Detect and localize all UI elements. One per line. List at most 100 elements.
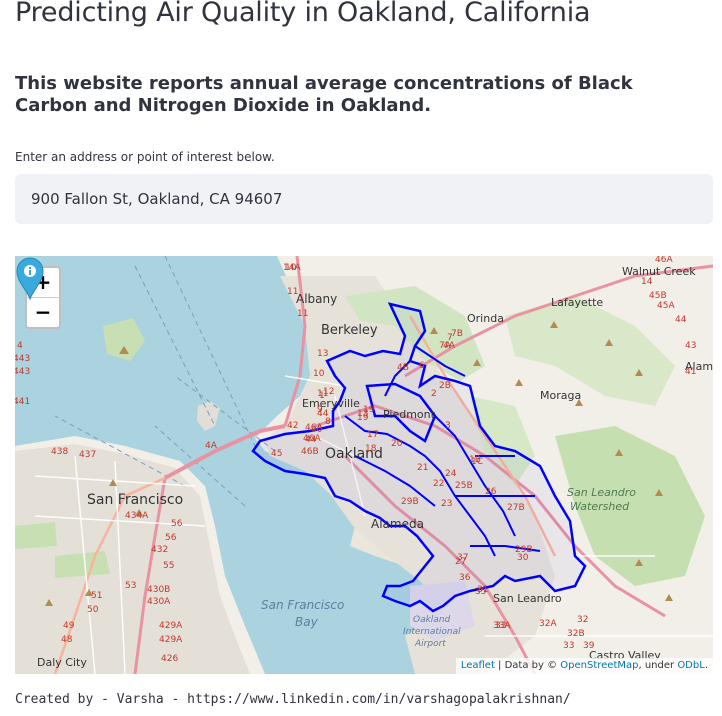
route-number-label: 49: [63, 621, 75, 631]
route-number-label: 432: [151, 545, 168, 555]
route-number-label: 7B: [451, 329, 463, 339]
route-number-label: 437: [79, 450, 96, 460]
route-number-label: 6: [419, 361, 425, 371]
place-label-alameda: Alameda: [371, 517, 424, 531]
attribution-text-2: , under: [638, 660, 678, 671]
leaflet-link[interactable]: Leaflet: [461, 660, 495, 671]
place-label-daly-city: Daly City: [37, 656, 87, 669]
route-number-label: 33A: [493, 621, 511, 631]
footer-credit: Created by - Varsha - https://www.linked…: [15, 692, 571, 707]
place-label-san-leandro: San Leandro: [493, 592, 562, 605]
attribution-end: .: [704, 660, 708, 671]
openstreetmap-link[interactable]: OpenStreetMap: [560, 660, 638, 671]
route-number-label: 12: [323, 387, 334, 397]
route-number-label: 18: [365, 444, 377, 454]
place-label-piedmont: Piedmont: [383, 408, 436, 421]
route-number-label: 40: [311, 425, 323, 435]
route-number-label: 11: [287, 287, 298, 297]
route-number-label: 4A: [205, 441, 218, 451]
place-label-orinda: Orinda: [467, 312, 504, 325]
address-input-label: Enter an address or point of interest be…: [15, 150, 275, 164]
route-number-label: 45B: [649, 291, 667, 301]
route-number-label: 30: [517, 553, 529, 563]
place-label-san-francisco: San Francisco: [87, 492, 183, 508]
place-label-berkeley: Berkeley: [321, 323, 378, 338]
route-number-label: 36: [459, 573, 471, 583]
attribution-text: | Data by ©: [494, 660, 561, 671]
route-number-label: 3: [445, 421, 451, 431]
route-number-label: 46B: [301, 447, 319, 457]
oakland-map[interactable]: San Francisco Bay San Leandro Watershed …: [15, 256, 713, 674]
route-number-label: 35: [475, 587, 486, 597]
place-label-walnut-creek: Walnut Creek: [622, 265, 696, 278]
page-title: Predicting Air Quality in Oakland, Calif…: [15, 0, 591, 28]
route-number-label: 56: [171, 519, 183, 529]
route-number-label: 430B: [147, 585, 170, 595]
route-number-label: 27B: [507, 503, 525, 513]
route-number-label: 434A: [125, 511, 149, 521]
route-number-label: 10: [313, 369, 325, 379]
route-number-label: 51: [91, 591, 102, 601]
route-number-label: 21: [417, 463, 428, 473]
golden-gate-park: [15, 522, 57, 549]
route-number-label: 45A: [657, 301, 675, 311]
route-number-label: 32: [577, 615, 588, 625]
route-number-label: 46A: [655, 256, 673, 265]
route-number-label: 2: [431, 389, 437, 399]
route-number-label: 2B: [439, 381, 451, 391]
page-subtitle: This website reports annual average conc…: [15, 73, 633, 116]
route-number-label: 32A: [539, 619, 557, 629]
route-number-label: 41: [685, 367, 696, 377]
route-number-label: 32B: [567, 629, 585, 639]
route-number-label: 8: [325, 417, 331, 427]
route-number-label: 33: [563, 641, 574, 651]
route-number-label: 430A: [147, 597, 171, 607]
treasure-island: [197, 401, 220, 431]
route-number-label: 48: [61, 635, 73, 645]
map-tiles: San Francisco Bay San Leandro Watershed …: [15, 256, 713, 674]
route-number-label: 23: [441, 499, 452, 509]
sf-bay-label-2: Bay: [295, 615, 319, 629]
odbl-link[interactable]: ODbL: [677, 660, 705, 671]
route-number-label: 14A: [283, 263, 301, 273]
route-number-label: 4B: [397, 363, 409, 373]
route-number-label: 22: [433, 479, 444, 489]
route-number-label: 19: [363, 405, 375, 415]
place-label-moraga: Moraga: [540, 389, 581, 402]
route-number-label: 426: [161, 654, 178, 664]
route-number-label: 443: [15, 367, 30, 377]
route-number-label: 13: [317, 349, 328, 359]
route-number-label: 42: [287, 421, 298, 431]
watershed-label-2: Watershed: [570, 500, 630, 513]
zoom-out-button[interactable]: −: [27, 297, 59, 327]
route-number-label: 50: [87, 605, 99, 615]
location-marker-icon[interactable]: [15, 256, 45, 300]
route-number-label: 43: [685, 341, 696, 351]
route-number-label: 39: [583, 641, 595, 651]
airport-label-1: Oakland: [413, 615, 451, 625]
route-number-label: 14: [641, 277, 653, 287]
route-number-label: 26: [485, 487, 497, 497]
watershed-label-1: San Leandro: [567, 486, 636, 499]
map-attribution: Leaflet | Data by © OpenStreetMap, under…: [455, 658, 713, 674]
route-number-label: 438: [51, 447, 68, 457]
route-number-label: 4: [17, 341, 23, 351]
sf-bay-label-1: San Francisco: [261, 598, 344, 612]
place-label-emeryville: Emeryville: [302, 397, 360, 410]
place-label-lafayette: Lafayette: [551, 296, 603, 309]
route-number-label: 29B: [401, 497, 419, 507]
route-number-label: 1C: [471, 457, 483, 467]
airport-label-2: International: [403, 627, 461, 637]
route-number-label: 11: [297, 309, 308, 319]
route-number-label: 20: [391, 439, 403, 449]
address-input[interactable]: [15, 174, 713, 224]
route-number-label: 9: [317, 405, 323, 415]
place-label-albany: Albany: [296, 292, 337, 306]
route-number-label: 44: [675, 315, 687, 325]
route-number-label: 25B: [455, 481, 473, 491]
angel-island: [103, 318, 145, 361]
route-number-label: 7A: [439, 341, 452, 351]
route-number-label: 55: [163, 561, 174, 571]
route-number-label: 44: [305, 435, 317, 445]
route-number-label: 45: [271, 449, 282, 459]
